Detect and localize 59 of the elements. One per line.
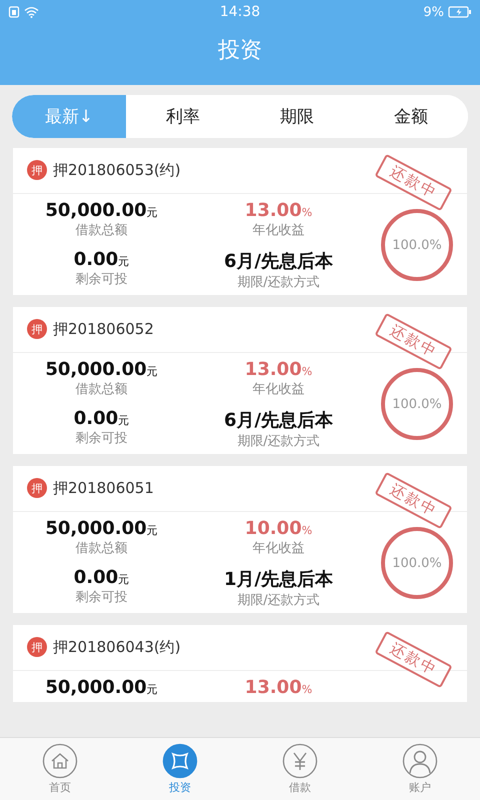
- rate-label: 年化收益: [252, 222, 304, 239]
- loan-card[interactable]: 押 押201806053(约) 还款中 50,000.00元 借款总额 13.00% 年化收益 0.00元 剩余可投 6月/先息后本 期限/还款方式 100.0%: [13, 148, 467, 295]
- battery-icon: [448, 6, 472, 18]
- remaining-amount: 0.00元: [74, 566, 130, 588]
- remaining-label: 剩余可投: [76, 588, 128, 606]
- loan-title: 押201806053(约): [53, 160, 181, 180]
- loan-term: 1月/先息后本: [224, 568, 334, 591]
- home-icon: [42, 743, 78, 780]
- person-icon: [402, 743, 438, 780]
- term-label: 期限/还款方式: [237, 592, 320, 609]
- term-label: 期限/还款方式: [237, 274, 320, 291]
- loan-amount: 50,000.00元: [45, 676, 158, 698]
- remaining-amount: 0.00元: [74, 408, 130, 429]
- loan-title: 押201806052: [53, 320, 154, 339]
- sim-icon: [8, 6, 20, 18]
- annual-rate: 10.00%: [244, 518, 312, 539]
- nav-tab[interactable]: 投资: [145, 743, 215, 796]
- progress-ring: 100.0%: [381, 209, 453, 282]
- remaining-label: 剩余可投: [76, 270, 128, 288]
- progress-ring: 100.0%: [381, 368, 453, 440]
- annual-rate: 13.00%: [244, 676, 312, 698]
- collateral-badge: 押: [27, 478, 47, 498]
- status-time: 14:38: [220, 4, 260, 20]
- collateral-badge: 押: [27, 160, 47, 180]
- remaining-amount: 0.00元: [74, 248, 130, 270]
- loan-title: 押201806043(约): [53, 638, 181, 657]
- repaying-stamp: 还款中: [374, 312, 452, 370]
- repaying-stamp: 还款中: [374, 154, 452, 212]
- yen-icon: [282, 743, 318, 780]
- repaying-stamp: 还款中: [374, 472, 452, 530]
- loan-card[interactable]: 押 押201806051 还款中 50,000.00元 借款总额 10.00% 年化收益 0.00元 剩余可投 1月/先息后本 期限/还款方式 100.0%: [13, 466, 467, 613]
- repaying-stamp: 还款中: [374, 630, 452, 688]
- rate-label: 年化收益: [252, 380, 304, 398]
- loan-title: 押201806051: [53, 478, 154, 498]
- rate-label: 年化收益: [252, 540, 304, 557]
- nav-label: 账户: [409, 780, 431, 796]
- loan-term: 6月/先息后本: [224, 250, 334, 273]
- amount-label: 借款总额: [76, 380, 128, 398]
- wifi-icon: [24, 6, 39, 18]
- loan-card[interactable]: 押 押201806052 还款中 50,000.00元 借款总额 13.00% 年化收益 0.00元 剩余可投 6月/先息后本 期限/还款方式 100.0%: [13, 306, 467, 454]
- loan-term: 6月/先息后本: [224, 408, 334, 432]
- amount-label: 借款总额: [76, 222, 128, 239]
- progress-ring: 100.0%: [381, 527, 453, 600]
- loan-amount: 50,000.00元: [45, 358, 158, 380]
- collateral-badge: 押: [27, 319, 47, 340]
- nav-label: 借款: [289, 780, 311, 796]
- amount-label: 借款总额: [76, 540, 128, 557]
- loan-card[interactable]: 押 押201806043(约) 还款中 50,000.00元 13.00%: [13, 624, 467, 702]
- nav-label: 首页: [49, 780, 71, 796]
- page-title: 投资: [217, 37, 263, 66]
- nav-label: 投资: [169, 780, 191, 796]
- loan-amount: 50,000.00元: [45, 200, 158, 221]
- remaining-label: 剩余可投: [76, 430, 128, 447]
- term-label: 期限/还款方式: [237, 432, 320, 450]
- collateral-badge: 押: [27, 637, 47, 658]
- loan-amount: 50,000.00元: [45, 518, 158, 539]
- annual-rate: 13.00%: [244, 358, 312, 380]
- battery-percent: 9%: [423, 4, 444, 20]
- annual-rate: 13.00%: [244, 200, 312, 221]
